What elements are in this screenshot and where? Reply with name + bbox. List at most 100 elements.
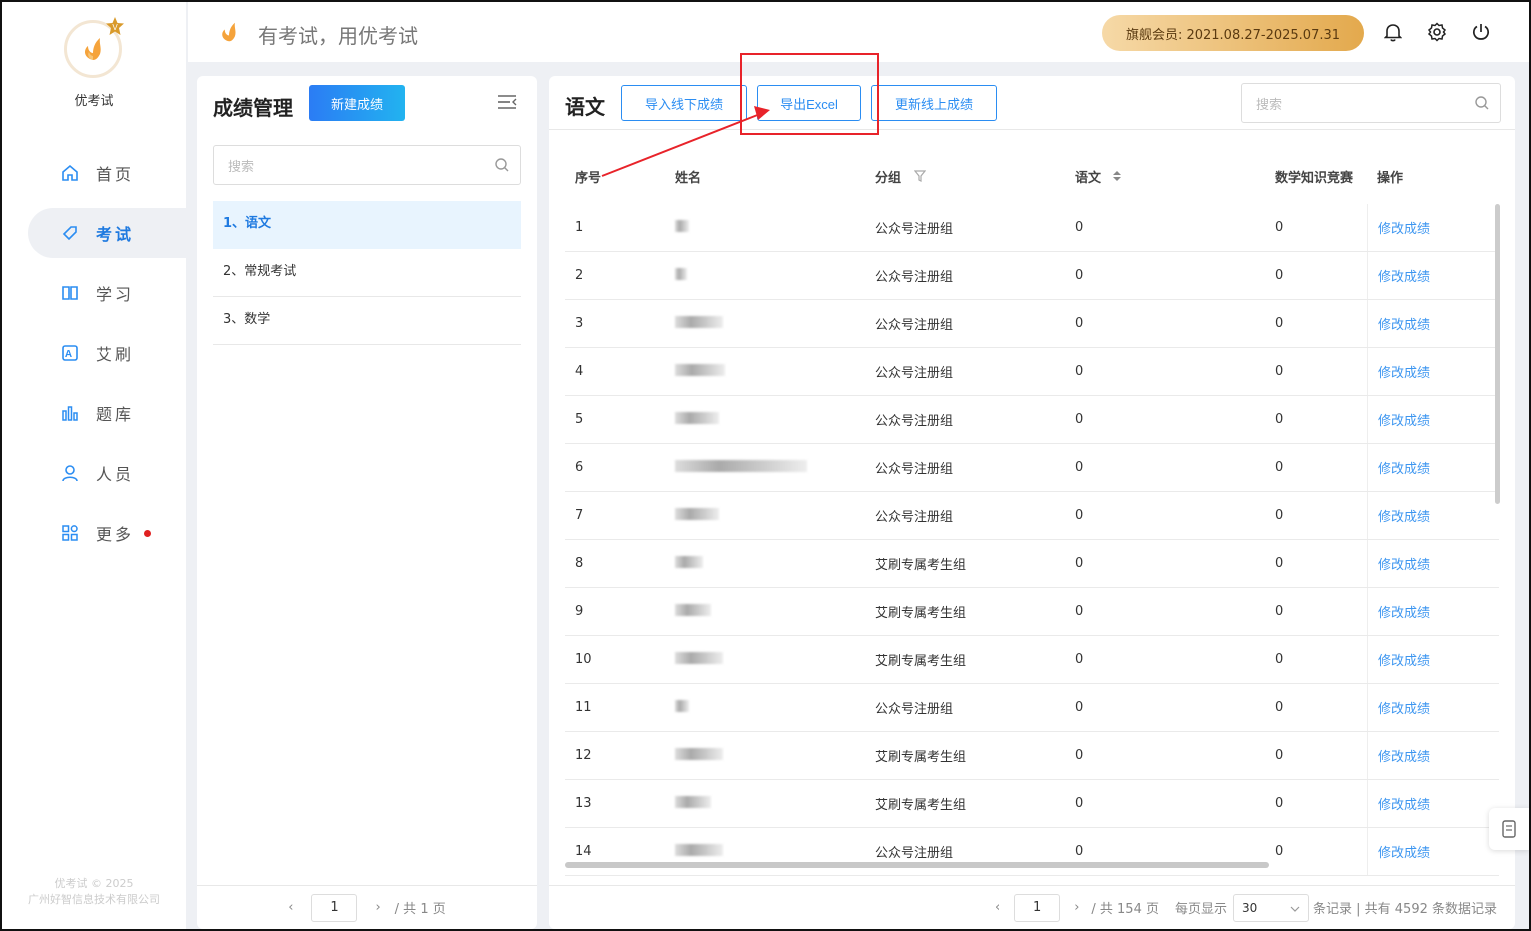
vip-crown-icon: V [104, 16, 126, 38]
bell-icon[interactable] [1383, 22, 1403, 42]
col-no: 序号 [575, 170, 602, 186]
cell-name-redacted [665, 555, 865, 572]
app-logo[interactable]: V [64, 17, 124, 80]
edit-score-link[interactable]: 修改成绩 [1367, 492, 1499, 539]
cell-no: 9 [575, 604, 584, 619]
table-row: 5 公众号注册组 0 0 修改成绩 [565, 396, 1499, 444]
page-input[interactable]: 1 [311, 893, 358, 922]
cell-no: 3 [575, 316, 584, 331]
filter-icon[interactable] [913, 169, 926, 186]
panel-title: 成绩管理 [213, 96, 293, 120]
edit-score-link[interactable]: 修改成绩 [1367, 252, 1499, 299]
cell-group: 公众号注册组 [875, 702, 954, 717]
edit-score-link[interactable]: 修改成绩 [1367, 588, 1499, 635]
notes-float-button[interactable] [1489, 808, 1529, 850]
nav-item-people[interactable]: 人员 [2, 448, 186, 498]
vertical-scrollbar[interactable] [1495, 204, 1500, 504]
page-input[interactable]: 1 [1014, 893, 1061, 922]
nav-item-exam[interactable]: 考试 [28, 208, 186, 258]
edit-score-link[interactable]: 修改成绩 [1367, 396, 1499, 443]
score-item-regular-exam[interactable]: 2、常规考试 [213, 249, 521, 297]
next-page-icon[interactable]: › [375, 900, 380, 915]
cell-no: 13 [575, 796, 592, 811]
edit-score-link[interactable]: 修改成绩 [1367, 300, 1499, 347]
collapse-menu-icon[interactable] [497, 94, 517, 114]
cell-name-redacted [665, 507, 865, 524]
nav-item-study[interactable]: 学习 [2, 268, 186, 318]
nav-item-home[interactable]: 首页 [2, 148, 186, 198]
edit-score-link[interactable]: 修改成绩 [1367, 444, 1499, 491]
page-total: / 共 1 页 [394, 902, 446, 917]
edit-score-link[interactable]: 修改成绩 [1367, 636, 1499, 683]
nav-item-aishua[interactable]: A 艾刷 [2, 328, 186, 378]
table-header: 序号 姓名 分组 语文 数学知识竞赛 操作 [565, 148, 1499, 204]
table-row: 7 公众号注册组 0 0 修改成绩 [565, 492, 1499, 540]
update-online-button[interactable]: 更新线上成绩 [871, 85, 997, 121]
cell-chinese-score: 0 [1075, 412, 1084, 427]
table-search-input[interactable]: 搜索 [1241, 83, 1501, 123]
notification-dot [144, 529, 152, 537]
edit-score-link[interactable]: 修改成绩 [1367, 348, 1499, 395]
score-table: 序号 姓名 分组 语文 数学知识竞赛 操作 1 公众号注册组 0 0 修改成绩 2 公众号注… [565, 148, 1499, 876]
edit-score-link[interactable]: 修改成绩 [1367, 684, 1499, 731]
edit-score-link[interactable]: 修改成绩 [1367, 732, 1499, 779]
edit-score-link[interactable]: 修改成绩 [1367, 828, 1499, 875]
cell-group: 艾刷专属考生组 [875, 654, 967, 669]
col-chinese[interactable]: 语文 [1065, 167, 1265, 186]
cell-math-score: 0 [1275, 508, 1284, 523]
cell-name-redacted [665, 699, 865, 716]
cell-name-redacted [665, 411, 865, 428]
svg-text:A: A [65, 349, 75, 360]
chevron-down-icon [1290, 901, 1300, 915]
nav-item-more[interactable]: 更多 [2, 508, 186, 558]
cell-chinese-score: 0 [1075, 652, 1084, 667]
table-row: 6 公众号注册组 0 0 修改成绩 [565, 444, 1499, 492]
prev-page-icon[interactable]: ‹ [288, 900, 293, 915]
document-icon [1502, 820, 1516, 838]
slogan: 有考试，用优考试 [258, 24, 418, 48]
bars-icon [60, 403, 80, 423]
table-row: 10 艾刷专属考生组 0 0 修改成绩 [565, 636, 1499, 684]
gear-icon[interactable] [1427, 22, 1447, 42]
sort-icon[interactable] [1112, 170, 1122, 186]
col-name: 姓名 [675, 170, 702, 186]
power-icon[interactable] [1471, 22, 1491, 42]
per-page-select[interactable]: 30 [1233, 893, 1309, 922]
edit-score-link[interactable]: 修改成绩 [1367, 780, 1499, 827]
cell-math-score: 0 [1275, 268, 1284, 283]
edit-score-link[interactable]: 修改成绩 [1367, 204, 1499, 251]
vip-badge[interactable]: 旗舰会员: 2021.08.27-2025.07.31 [1102, 15, 1364, 51]
cell-name-redacted [665, 459, 865, 476]
exam-tag-icon [60, 223, 80, 243]
score-item-math[interactable]: 3、数学 [213, 297, 521, 345]
cell-chinese-score: 0 [1075, 220, 1084, 235]
next-page-icon[interactable]: › [1074, 900, 1079, 915]
cell-group: 公众号注册组 [875, 222, 954, 237]
nav-item-question-bank[interactable]: 题库 [2, 388, 186, 438]
cell-math-score: 0 [1275, 412, 1284, 427]
cell-name-redacted [665, 795, 865, 812]
score-list: 1、语文 2、常规考试 3、数学 [213, 201, 521, 345]
score-search-input[interactable]: 搜索 [213, 145, 521, 185]
cell-chinese-score: 0 [1075, 460, 1084, 475]
edit-score-link[interactable]: 修改成绩 [1367, 540, 1499, 587]
search-icon[interactable] [494, 157, 510, 177]
cell-math-score: 0 [1275, 604, 1284, 619]
import-offline-button[interactable]: 导入线下成绩 [621, 85, 747, 121]
cell-chinese-score: 0 [1075, 604, 1084, 619]
record-summary: 条记录 | 共有 4592 条数据记录 [1313, 902, 1497, 917]
left-pagination: ‹ 1 › / 共 1 页 [197, 885, 537, 929]
score-item-chinese[interactable]: 1、语文 [213, 201, 521, 249]
cell-group: 公众号注册组 [875, 510, 954, 525]
cell-name-redacted [665, 267, 865, 284]
cell-chinese-score: 0 [1075, 844, 1084, 859]
cell-chinese-score: 0 [1075, 796, 1084, 811]
home-icon [60, 163, 80, 183]
new-score-button[interactable]: 新建成绩 [309, 85, 405, 121]
cell-name-redacted [665, 747, 865, 764]
prev-page-icon[interactable]: ‹ [995, 900, 1000, 915]
search-icon[interactable] [1474, 95, 1490, 115]
table-row: 2 公众号注册组 0 0 修改成绩 [565, 252, 1499, 300]
cell-group: 艾刷专属考生组 [875, 558, 967, 573]
horizontal-scrollbar[interactable] [565, 862, 1269, 868]
